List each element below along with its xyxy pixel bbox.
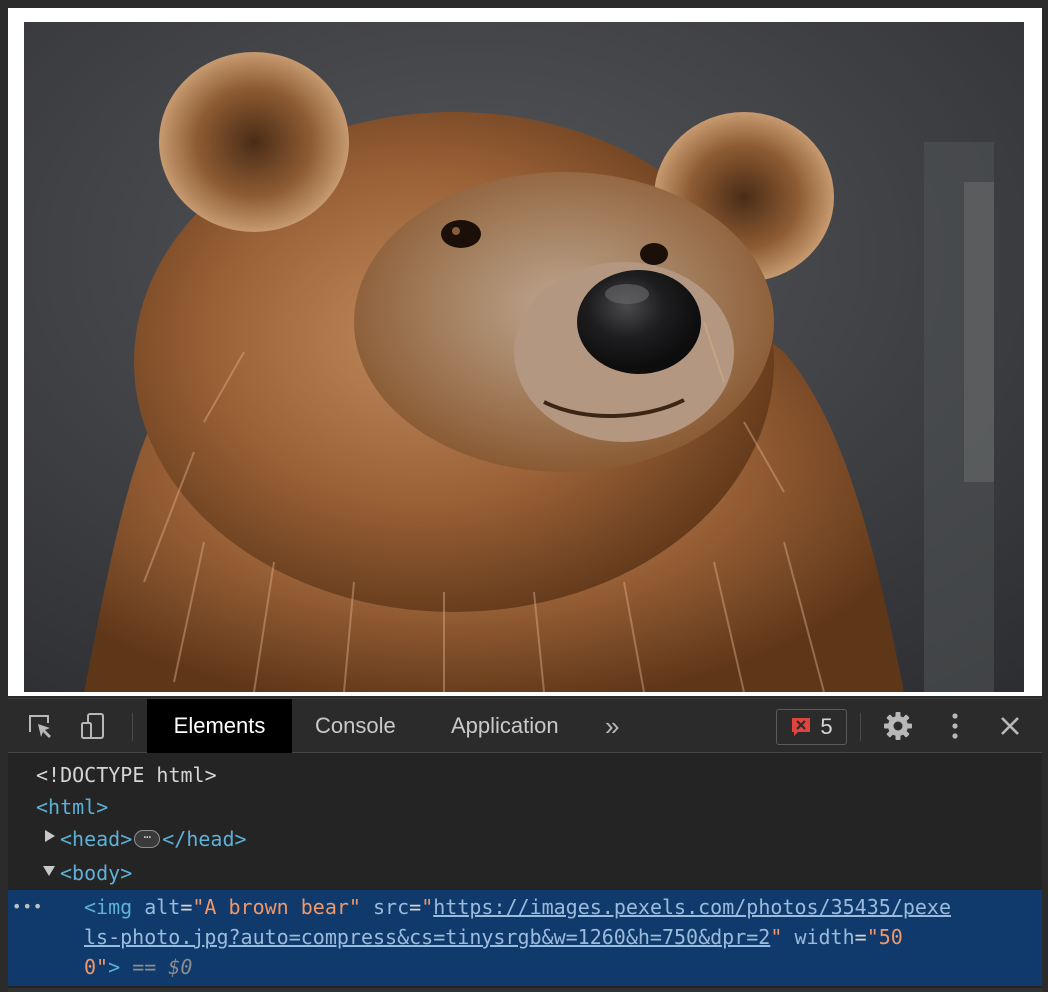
inspect-element-icon[interactable] [23,710,57,742]
bear-photo-illustration [24,22,1024,692]
error-x-icon [792,718,811,736]
page-viewport [8,8,1042,696]
tab-application[interactable]: Application [428,699,582,753]
chevron-double-right-icon: » [605,710,620,741]
src-quote-open: " [421,895,434,919]
node-actions-ellipsis[interactable]: ••• [12,897,43,916]
alt-attr-name: alt [144,895,181,919]
src-attr-name: src [373,895,410,919]
src-url-link-part-1[interactable]: https://images.pexels.com/photos/35435/p… [433,895,951,919]
devtools-toolbar: Elements Console Application » 5 [8,699,1042,753]
img-close-tag: > [108,955,121,979]
collapse-body-triangle-icon[interactable] [43,866,55,876]
src-url-link-part-2[interactable]: ls-photo.jpg?auto=compress&cs=tinysrgb&w… [84,925,770,949]
panel-bottom-rule [8,988,1042,992]
gear-icon[interactable] [881,710,915,742]
error-count-badge[interactable]: 5 [776,709,847,745]
src-quote-close: " [770,925,783,949]
width-attr-value-part-1: "50 [866,925,903,949]
alt-attr-value: "A brown bear" [192,895,361,919]
img-node-line-3[interactable]: 0"> == $0 [84,951,192,983]
html-node[interactable]: <html> [36,791,108,823]
img-node-line-1[interactable]: <img alt="A brown bear" src="https://ima… [84,891,951,923]
doctype-node[interactable]: <!DOCTYPE html> [36,759,217,791]
tab-elements[interactable]: Elements [147,699,292,753]
tab-elements-label: Elements [173,713,266,738]
width-attr-value-part-2: 0" [84,955,109,979]
toolbar-divider [132,713,133,741]
head-close-tag: </head> [162,827,247,851]
img-open-tag: <img [84,895,133,919]
tab-console[interactable]: Console [292,699,419,753]
error-count: 5 [820,714,833,739]
expand-head-triangle-icon[interactable] [45,830,55,842]
body-node[interactable]: <body> [60,857,132,889]
bear-photo[interactable] [24,22,1024,692]
more-tabs-button[interactable]: » [591,699,633,753]
img-node-line-2[interactable]: ls-photo.jpg?auto=compress&cs=tinysrgb&w… [84,921,903,953]
close-icon[interactable] [993,710,1027,742]
device-toolbar-icon[interactable] [76,710,110,742]
elements-dom-tree: ••• <!DOCTYPE html> <html> <head> ⋯ </head… [8,754,1042,992]
tab-console-label: Console [315,713,396,738]
console-ref-label: == $0 [132,955,193,979]
collapsed-children-ellipsis[interactable]: ⋯ [134,829,161,848]
kebab-menu-icon[interactable] [938,710,972,742]
head-open-tag: <head> [60,827,133,851]
width-attr-name: width [794,925,855,949]
tab-application-label: Application [451,713,559,738]
devtools-panel: Elements Console Application » 5 ••• <!D… [8,698,1042,992]
head-node[interactable]: <head> ⋯ </head> [60,823,247,855]
toolbar-divider [860,713,861,741]
